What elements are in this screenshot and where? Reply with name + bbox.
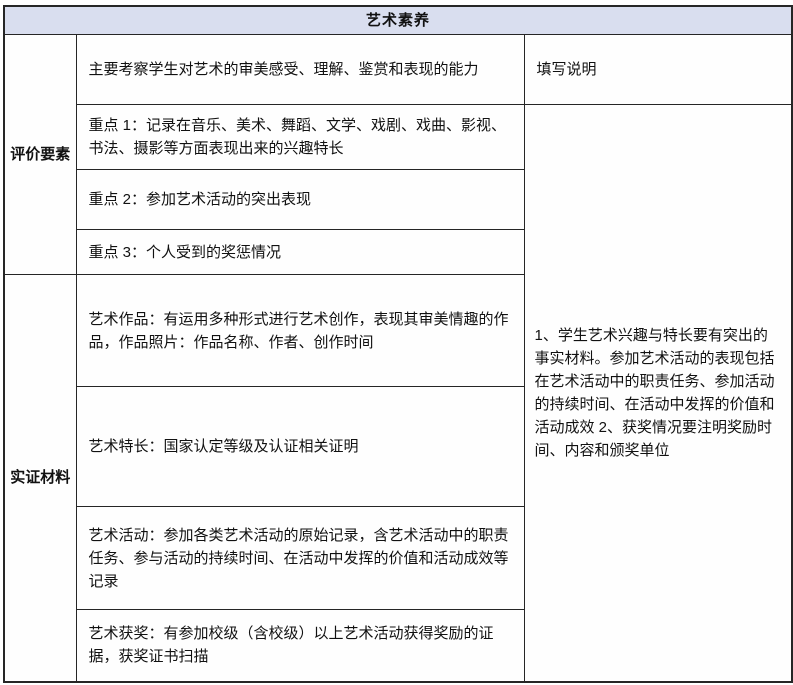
- fill-instructions-label-cell: 填写说明: [524, 35, 792, 105]
- evidence-activity-cell: 艺术活动：参加各类艺术活动的原始记录，含艺术活动中的职责任务、参与活动的持续时间…: [76, 507, 524, 610]
- evaluation-point-1-cell: 重点 1：记录在音乐、美术、舞蹈、文学、戏剧、戏曲、影视、书法、摄影等方面表现出…: [76, 105, 524, 170]
- evidence-awards-cell: 艺术获奖：有参加校级（含校级）以上艺术活动获得奖励的证据，获奖证书扫描: [76, 610, 524, 682]
- art-literacy-table: 艺术素养 评价要素 主要考察学生对艺术的审美感受、理解、鉴赏和表现的能力 填写说…: [3, 5, 793, 683]
- evaluation-point-3-cell: 重点 3：个人受到的奖惩情况: [76, 230, 524, 275]
- table-row: 评价要素 主要考察学生对艺术的审美感受、理解、鉴赏和表现的能力 填写说明: [4, 35, 792, 105]
- evaluation-point-2-cell: 重点 2：参加艺术活动的突出表现: [76, 170, 524, 230]
- fill-instructions-notes-cell: 1、学生艺术兴趣与特长要有突出的事实材料。参加艺术活动的表现包括在艺术活动中的职…: [524, 105, 792, 682]
- document-page: 艺术素养 评价要素 主要考察学生对艺术的审美感受、理解、鉴赏和表现的能力 填写说…: [0, 0, 793, 685]
- table-row: 重点 1：记录在音乐、美术、舞蹈、文学、戏剧、戏曲、影视、书法、摄影等方面表现出…: [4, 105, 792, 170]
- table-title: 艺术素养: [4, 6, 792, 35]
- evaluation-overview-cell: 主要考察学生对艺术的审美感受、理解、鉴赏和表现的能力: [76, 35, 524, 105]
- row-group-label-evaluation: 评价要素: [4, 35, 76, 275]
- evidence-works-cell: 艺术作品：有运用多种形式进行艺术创作，表现其审美情趣的作品，作品照片：作品名称、…: [76, 275, 524, 387]
- evidence-specialty-cell: 艺术特长：国家认定等级及认证相关证明: [76, 387, 524, 507]
- table-header-row: 艺术素养: [4, 6, 792, 35]
- row-group-label-evidence: 实证材料: [4, 275, 76, 682]
